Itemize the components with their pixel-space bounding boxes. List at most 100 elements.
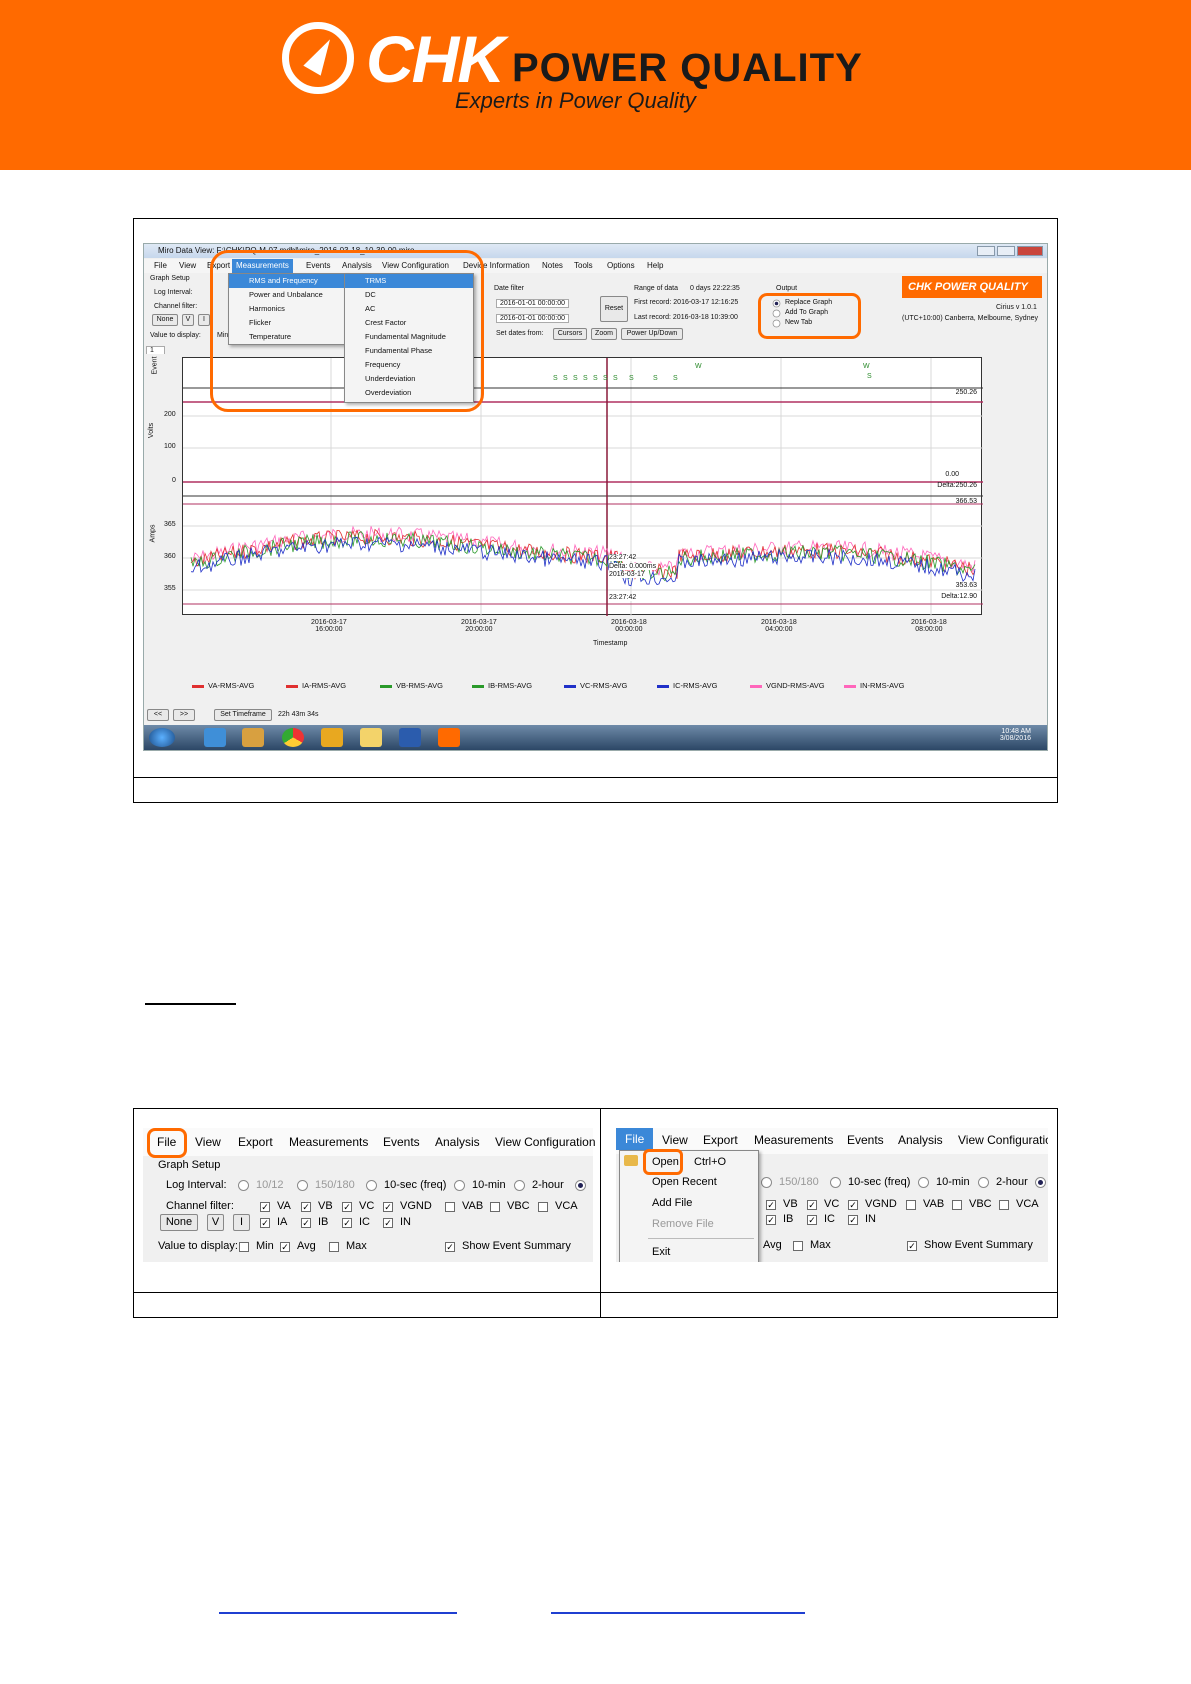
vab-checkbox[interactable] — [445, 1202, 455, 1212]
file-menu-remove-file[interactable]: Remove File — [620, 1215, 758, 1233]
vgnd-checkbox[interactable]: ✓ — [383, 1202, 393, 1212]
ic-checkbox-3[interactable]: ✓ — [807, 1215, 817, 1225]
date-from-input[interactable]: 2016-01-01 00:00:00 — [496, 299, 569, 308]
menu-file[interactable]: File — [154, 259, 167, 273]
file-menu-open-recent[interactable]: Open Recent — [620, 1173, 758, 1191]
ib-checkbox-3[interactable]: ✓ — [766, 1215, 776, 1225]
i-button[interactable]: I — [198, 314, 210, 326]
footer-link-2-underline[interactable] — [551, 1612, 805, 1614]
ib-checkbox[interactable]: ✓ — [301, 1218, 311, 1228]
menu-measurements-2[interactable]: Measurements — [289, 1135, 368, 1149]
interval-10-sec-radio-3[interactable] — [830, 1177, 841, 1188]
menu-file-3[interactable]: File — [616, 1128, 654, 1150]
va-checkbox[interactable]: ✓ — [260, 1202, 270, 1212]
menu-help[interactable]: Help — [647, 259, 663, 273]
interval-10-12-radio[interactable] — [238, 1180, 249, 1191]
file-menu-open[interactable]: Open — [620, 1153, 758, 1171]
vb-checkbox-3[interactable]: ✓ — [766, 1200, 776, 1210]
vc-checkbox-3[interactable]: ✓ — [807, 1200, 817, 1210]
figure-caption-row-2 — [133, 1292, 1058, 1293]
miro-app-icon[interactable] — [438, 728, 460, 747]
show-event-summary-checkbox-3[interactable]: ✓ — [907, 1241, 917, 1251]
menu-view-3[interactable]: View — [662, 1133, 688, 1147]
measurements-highlight — [210, 250, 484, 412]
file-menu-add-file[interactable]: Add File — [620, 1194, 758, 1212]
v-button-2[interactable]: V — [207, 1214, 224, 1231]
interval-150-180-radio[interactable] — [297, 1180, 308, 1191]
menu-events-3[interactable]: Events — [847, 1133, 884, 1147]
vgnd-checkbox-3[interactable]: ✓ — [848, 1200, 858, 1210]
cursors-button[interactable]: Cursors — [553, 328, 587, 340]
word-icon[interactable] — [399, 728, 421, 747]
logo-brand: CHK — [366, 22, 505, 96]
maximize-icon[interactable] — [997, 246, 1015, 256]
menu-view-config-3[interactable]: View Configuratio — [958, 1133, 1048, 1147]
menu-options[interactable]: Options — [607, 259, 635, 273]
menu-tools[interactable]: Tools — [574, 259, 593, 273]
power-up-down-button[interactable]: Power Up/Down — [621, 328, 683, 340]
vb-checkbox[interactable]: ✓ — [301, 1202, 311, 1212]
close-icon[interactable] — [1017, 246, 1043, 256]
menu-events-2[interactable]: Events — [383, 1135, 420, 1149]
show-event-summary-checkbox[interactable]: ✓ — [445, 1242, 455, 1252]
vc-checkbox[interactable]: ✓ — [342, 1202, 352, 1212]
menu-analysis-2[interactable]: Analysis — [435, 1135, 480, 1149]
open-highlight — [643, 1149, 683, 1175]
none-button[interactable]: None — [152, 314, 178, 326]
start-orb-icon[interactable] — [149, 728, 175, 747]
interval-2-hour-radio[interactable] — [514, 1180, 525, 1191]
ib-label: IB — [318, 1216, 329, 1228]
in-checkbox-3[interactable]: ✓ — [848, 1215, 858, 1225]
avg-checkbox[interactable]: ✓ — [280, 1242, 290, 1252]
max-checkbox[interactable] — [329, 1242, 339, 1252]
date-to-input[interactable]: 2016-01-01 00:00:00 — [496, 314, 569, 323]
file-menu-exit[interactable]: Exit — [620, 1243, 758, 1261]
internet-explorer-icon[interactable] — [204, 728, 226, 747]
in-label-3: IN — [865, 1213, 876, 1225]
interval-10-sec-radio[interactable] — [366, 1180, 377, 1191]
menu-view-2[interactable]: View — [195, 1135, 221, 1149]
menu-view-config-2[interactable]: View Configuration — [495, 1135, 596, 1149]
svg-text:S: S — [563, 375, 568, 382]
file-explorer-icon[interactable] — [360, 728, 382, 747]
svg-text:S: S — [867, 373, 872, 380]
next-button[interactable]: >> — [173, 709, 195, 721]
menu-notes[interactable]: Notes — [542, 259, 563, 273]
max-checkbox-3[interactable] — [793, 1241, 803, 1251]
menu-export-3[interactable]: Export — [703, 1133, 738, 1147]
chrome-icon[interactable] — [282, 728, 304, 747]
ia-checkbox[interactable]: ✓ — [260, 1218, 270, 1228]
vab-checkbox-3[interactable] — [906, 1200, 916, 1210]
interval-150-180-radio-3[interactable] — [761, 1177, 772, 1188]
tab-1[interactable]: 1 — [146, 346, 165, 354]
min-checkbox[interactable] — [239, 1242, 249, 1252]
v-button[interactable]: V — [182, 314, 194, 326]
reset-button[interactable]: Reset — [600, 296, 628, 322]
menu-measurements-3[interactable]: Measurements — [754, 1133, 833, 1147]
ic-checkbox[interactable]: ✓ — [342, 1218, 352, 1228]
footer-link-1-underline[interactable] — [219, 1612, 457, 1614]
interval-10-min-radio-3[interactable] — [918, 1177, 929, 1188]
vbc-checkbox[interactable] — [490, 1202, 500, 1212]
prev-button[interactable]: << — [147, 709, 169, 721]
in-checkbox[interactable]: ✓ — [383, 1218, 393, 1228]
zoom-button[interactable]: Zoom — [591, 328, 617, 340]
outlook-icon[interactable] — [321, 728, 343, 747]
minimize-icon[interactable] — [977, 246, 995, 256]
i-button-2[interactable]: I — [233, 1214, 250, 1231]
media-player-icon[interactable] — [242, 728, 264, 747]
legend-in: IN-RMS-AVG — [844, 681, 904, 690]
interval-selected-radio-3[interactable] — [1035, 1177, 1046, 1188]
interval-selected-radio[interactable] — [575, 1180, 586, 1191]
menu-view[interactable]: View — [179, 259, 196, 273]
app-logo: CHK POWER QUALITY — [902, 276, 1042, 298]
vbc-checkbox-3[interactable] — [952, 1200, 962, 1210]
none-button-2[interactable]: None — [160, 1214, 198, 1231]
interval-10-min-radio[interactable] — [454, 1180, 465, 1191]
menu-analysis-3[interactable]: Analysis — [898, 1133, 943, 1147]
menu-export-2[interactable]: Export — [238, 1135, 273, 1149]
interval-2-hour-radio-3[interactable] — [978, 1177, 989, 1188]
vca-checkbox-3[interactable] — [999, 1200, 1009, 1210]
vca-checkbox[interactable] — [538, 1202, 548, 1212]
set-timeframe-button[interactable]: Set Timeframe — [214, 709, 272, 721]
